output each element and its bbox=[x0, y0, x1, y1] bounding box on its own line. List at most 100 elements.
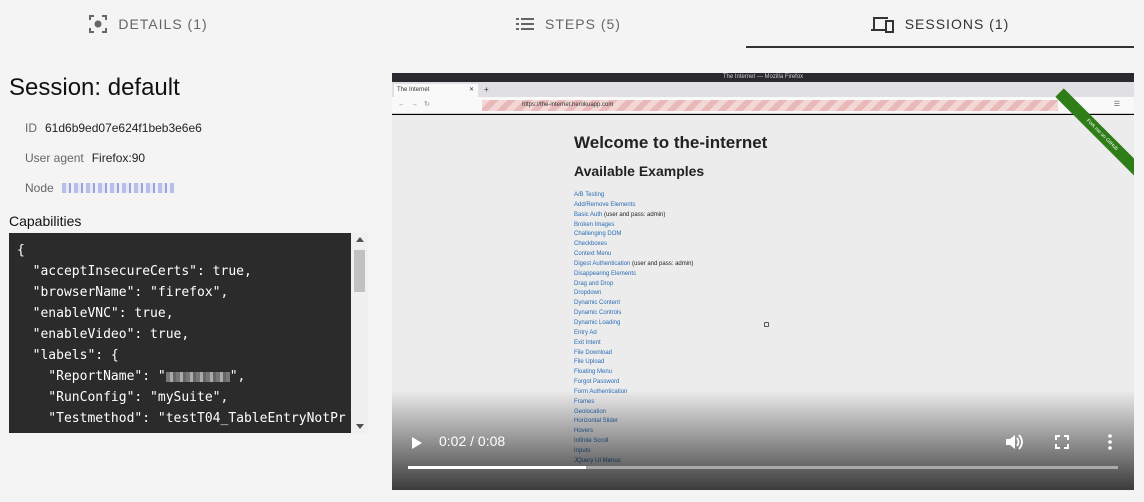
example-link[interactable]: Context Menu bbox=[574, 251, 611, 257]
example-link-row: Dynamic Loading bbox=[574, 319, 693, 329]
example-link[interactable]: Disappearing Elements bbox=[574, 271, 636, 277]
code-line-report-name-end: ", bbox=[229, 369, 246, 384]
code-line-report-name: "ReportName": " ", bbox=[17, 366, 351, 387]
example-link-row: Challenging DOM bbox=[574, 230, 693, 240]
example-link-row: Exit Intent bbox=[574, 339, 693, 349]
code-line: "browserName": "firefox", bbox=[17, 285, 229, 300]
browser-new-tab-icon: + bbox=[484, 85, 489, 94]
example-link[interactable]: Dynamic Content bbox=[574, 300, 620, 306]
tab-steps[interactable]: STEPS (5) bbox=[420, 0, 716, 48]
example-link-row: A/B Testing bbox=[574, 191, 693, 201]
tab-steps-label: STEPS (5) bbox=[545, 16, 621, 32]
example-link-row: File Upload bbox=[574, 358, 693, 368]
example-link[interactable]: Digest Authentication bbox=[574, 261, 630, 267]
example-link-row: Forgot Password bbox=[574, 378, 693, 388]
example-link-note: (user and pass: admin) bbox=[602, 211, 666, 218]
code-line: "RunConfig": "mySuite", bbox=[17, 390, 229, 405]
example-link[interactable]: Basic Auth bbox=[574, 212, 602, 218]
browser-nav-buttons-icon: ←→↻ bbox=[398, 101, 436, 108]
example-link[interactable]: Entry Ad bbox=[574, 330, 597, 336]
session-id-value: 61d6b9ed07e624f1beb3e6e6 bbox=[45, 121, 202, 135]
example-link-row: Disappearing Elements bbox=[574, 270, 693, 280]
details-icon bbox=[89, 15, 108, 33]
code-scrollbar[interactable] bbox=[351, 233, 368, 433]
user-agent-label: User agent bbox=[25, 151, 84, 165]
example-link-row: Basic Auth (user and pass: admin) bbox=[574, 211, 693, 221]
example-link[interactable]: Checkboxes bbox=[574, 241, 607, 247]
mouse-cursor-icon bbox=[764, 322, 769, 327]
example-link-row: Floating Menu bbox=[574, 368, 693, 378]
code-line: "enableVideo": true, bbox=[17, 327, 190, 342]
example-link[interactable]: Broken Images bbox=[574, 222, 614, 228]
browser-tab: The Internet ✕ bbox=[394, 84, 478, 97]
session-id-row: ID 61d6b9ed07e624f1beb3e6e6 bbox=[25, 121, 202, 135]
example-link-row: File Download bbox=[574, 349, 693, 359]
code-line-report-name-key: "ReportName": " bbox=[17, 369, 166, 384]
scroll-down-arrow-icon[interactable] bbox=[356, 424, 364, 429]
user-agent-value: Firefox:90 bbox=[91, 151, 146, 165]
browser-nav-bar: ←→↻ https://the-internet.herokuapp.com ☰ bbox=[392, 97, 1134, 114]
browser-tab-label: The Internet bbox=[397, 87, 430, 93]
example-link[interactable]: Dynamic Loading bbox=[574, 320, 620, 326]
browser-url-text: https://the-internet.herokuapp.com bbox=[522, 102, 614, 108]
browser-url-bar: https://the-internet.herokuapp.com bbox=[482, 100, 1058, 111]
code-line: "labels": { bbox=[17, 348, 119, 363]
browser-tab-strip: The Internet ✕ + bbox=[392, 82, 1134, 97]
user-agent-row: User agent Firefox:90 bbox=[25, 151, 145, 165]
example-link[interactable]: Challenging DOM bbox=[574, 231, 621, 237]
video-progress-bar[interactable] bbox=[408, 466, 1118, 469]
example-link-row: Checkboxes bbox=[574, 240, 693, 250]
sessions-devices-icon bbox=[870, 17, 894, 33]
video-progress-fill bbox=[408, 466, 586, 469]
example-link[interactable]: File Download bbox=[574, 350, 612, 356]
node-value-redacted bbox=[61, 183, 174, 193]
video-time: 0:02 / 0:08 bbox=[439, 433, 506, 449]
node-label: Node bbox=[25, 181, 54, 195]
example-link[interactable]: Exit Intent bbox=[574, 340, 601, 346]
play-icon[interactable] bbox=[412, 437, 422, 449]
session-id-label: ID bbox=[25, 121, 37, 135]
example-link-row: Add/Remove Elements bbox=[574, 201, 693, 211]
browser-tab-close-icon: ✕ bbox=[468, 87, 474, 93]
tab-sessions-label: SESSIONS (1) bbox=[904, 16, 1010, 32]
code-line: "enableVNC": true, bbox=[17, 306, 174, 321]
node-row: Node bbox=[25, 181, 174, 195]
tab-sessions[interactable]: SESSIONS (1) bbox=[746, 0, 1134, 48]
report-name-redacted bbox=[165, 371, 230, 382]
page-subheading: Available Examples bbox=[574, 163, 705, 179]
example-link[interactable]: File Upload bbox=[574, 359, 604, 365]
steps-list-icon bbox=[516, 18, 535, 30]
example-link-row: Digest Authentication (user and pass: ad… bbox=[574, 260, 693, 270]
page-heading-text: Welcome to the-internet bbox=[574, 133, 768, 152]
scroll-thumb[interactable] bbox=[354, 250, 365, 292]
code-line: "acceptInsecureCerts": true, bbox=[17, 264, 252, 279]
volume-icon[interactable] bbox=[1004, 433, 1024, 451]
tab-details-label: DETAILS (1) bbox=[118, 16, 208, 32]
session-title: Session: default bbox=[9, 74, 180, 101]
browser-menu-icon: ☰ bbox=[1113, 101, 1126, 108]
tab-details[interactable]: DETAILS (1) bbox=[0, 0, 296, 48]
scroll-up-arrow-icon[interactable] bbox=[356, 237, 364, 242]
example-link[interactable]: Drag and Drop bbox=[574, 281, 613, 287]
example-link[interactable]: Add/Remove Elements bbox=[574, 202, 635, 208]
example-link[interactable]: Floating Menu bbox=[574, 369, 612, 375]
code-line: "Testmethod": "testT04_TableEntryNotPr bbox=[17, 411, 346, 426]
example-link-row: Dropdown bbox=[574, 289, 693, 299]
browser-window-title: The Internet — Mozilla Firefox bbox=[392, 73, 1134, 82]
example-link-row: Broken Images bbox=[574, 221, 693, 231]
example-link-note: (user and pass: admin) bbox=[630, 260, 694, 267]
example-link[interactable]: A/B Testing bbox=[574, 192, 604, 198]
example-link[interactable]: Dynamic Controls bbox=[574, 310, 621, 316]
example-link-row: Context Menu bbox=[574, 250, 693, 260]
example-link-row: Entry Ad bbox=[574, 329, 693, 339]
session-video-player[interactable]: The Internet — Mozilla Firefox The Inter… bbox=[392, 73, 1134, 490]
more-options-icon[interactable] bbox=[1107, 434, 1113, 450]
capabilities-code-block[interactable]: { "acceptInsecureCerts": true, "browserN… bbox=[9, 233, 351, 433]
example-link[interactable]: Dropdown bbox=[574, 290, 601, 296]
example-link-row: Dynamic Content bbox=[574, 299, 693, 309]
fullscreen-icon[interactable] bbox=[1055, 435, 1069, 449]
tab-bar: DETAILS (1) STEPS (5) SESSIONS (1) bbox=[0, 0, 1144, 48]
example-link[interactable]: Forgot Password bbox=[574, 379, 619, 385]
example-link-row: Dynamic Controls bbox=[574, 309, 693, 319]
code-line: { bbox=[17, 243, 25, 258]
